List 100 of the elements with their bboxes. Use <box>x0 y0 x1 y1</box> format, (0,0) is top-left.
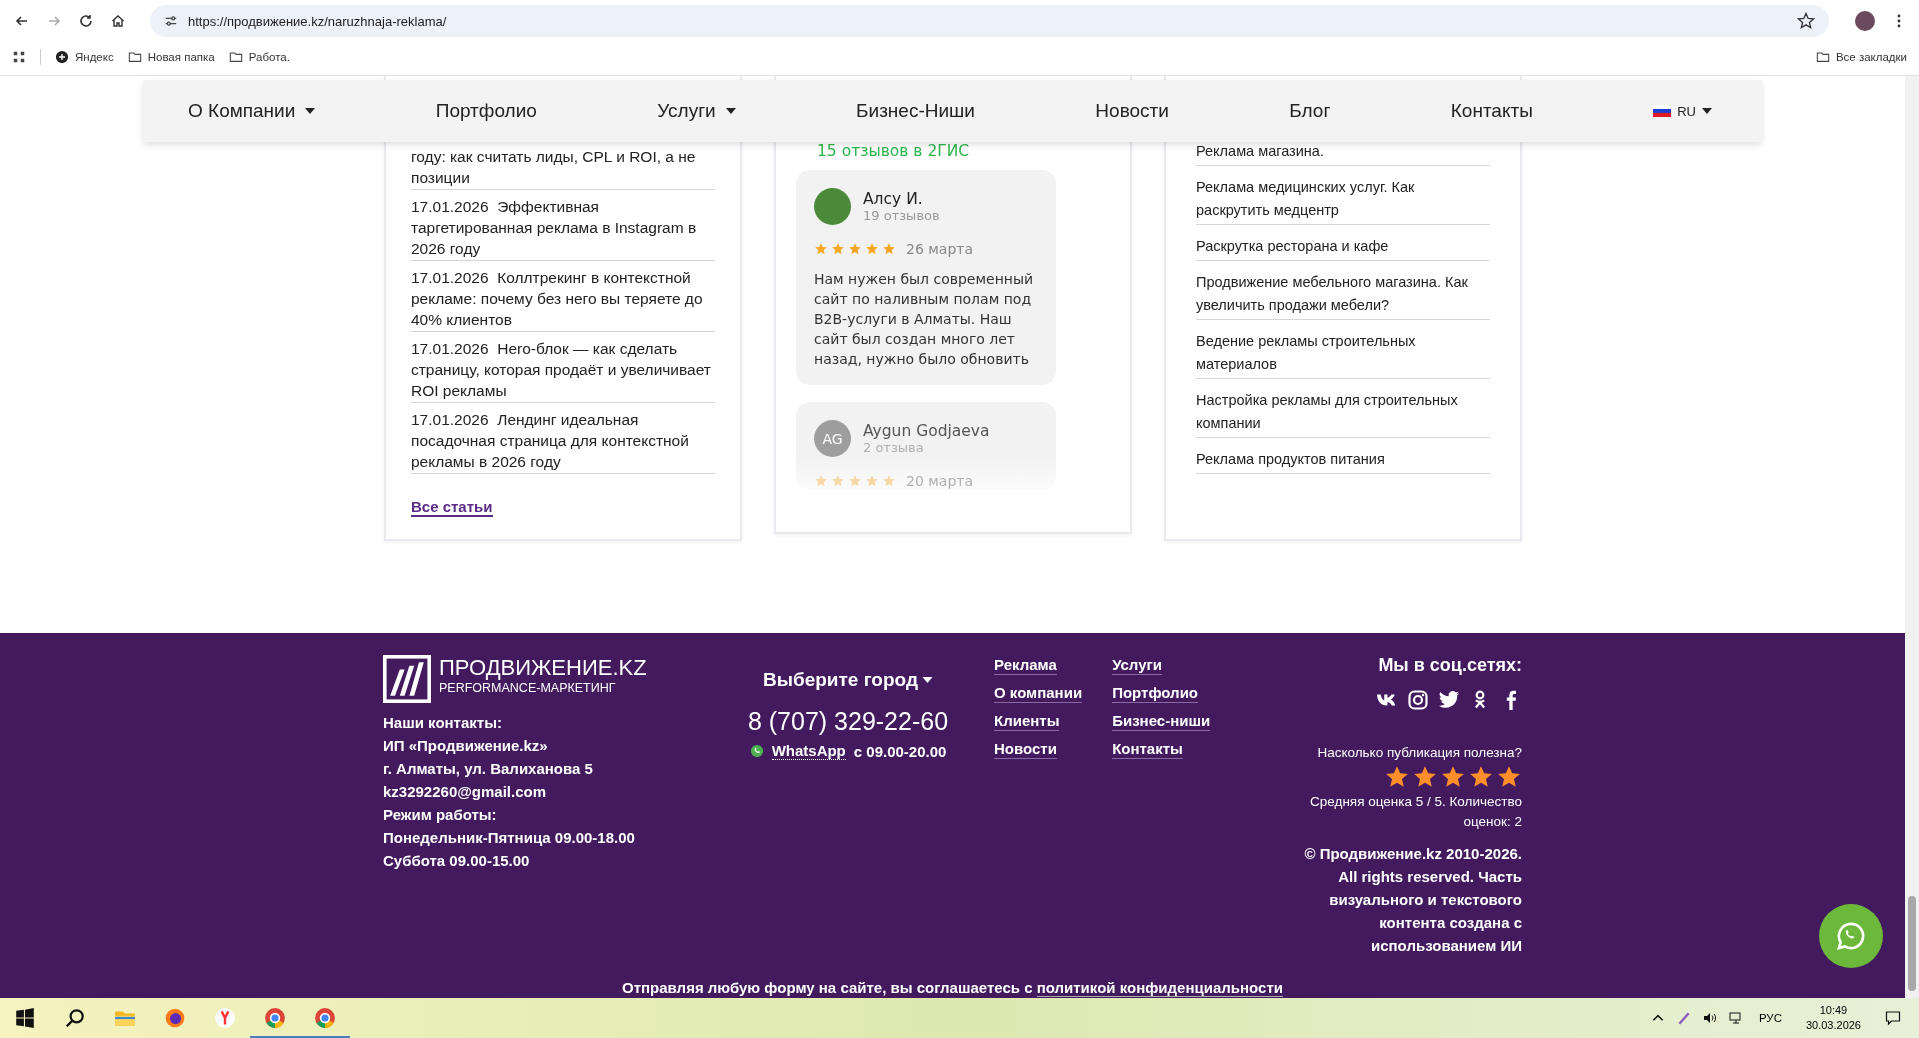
nav-link[interactable]: Бизнес-Ниши <box>856 100 975 122</box>
footer-link[interactable]: Услуги <box>1112 655 1162 675</box>
clock-date[interactable]: 30.03.2026 <box>1805 1018 1861 1033</box>
footer-link[interactable]: Контакты <box>1112 739 1183 759</box>
star-icon <box>865 242 879 256</box>
avatar-photo <box>814 188 851 225</box>
folder-icon <box>1815 50 1830 64</box>
review-date: 26 марта <box>906 241 974 257</box>
rating-question: Насколько публикация полезна? <box>1317 745 1522 760</box>
star-icon <box>848 474 862 488</box>
profile-avatar[interactable] <box>1855 11 1875 31</box>
rating-star[interactable] <box>1468 764 1494 790</box>
whatsapp-icon <box>749 744 764 758</box>
avatar-initials: AG <box>814 420 851 457</box>
footer-link[interactable]: Новости <box>994 739 1057 759</box>
reviewer-name: Aygun Godjaeva <box>863 422 990 440</box>
logo-name: ПРОДВИЖЕНИЕ.KZ <box>439 655 647 681</box>
network-icon[interactable] <box>1728 1011 1743 1025</box>
article-link[interactable]: 17.01.2026 Лендинг идеальная посадочная страница для контекстной рекламы в 2026 году <box>411 403 715 474</box>
caret-icon <box>922 677 933 683</box>
bookmark-star-icon[interactable] <box>1797 12 1815 30</box>
service-link[interactable]: Реклама магазина. <box>1196 140 1490 166</box>
service-link[interactable]: Раскрутка ресторана и кафе <box>1196 235 1490 261</box>
scrollbar[interactable] <box>1905 76 1919 998</box>
site-settings-icon[interactable] <box>164 14 178 28</box>
social-heading: Мы в соц.сетях: <box>1378 655 1522 676</box>
folder-icon <box>228 50 243 64</box>
privacy-notice: Отправляя любую форму на сайте, вы соглашаетесь с политикой конфиденциальности <box>621 979 1284 996</box>
footer-link[interactable]: Портфолио <box>1112 683 1198 703</box>
rating-star[interactable] <box>1440 764 1466 790</box>
bookmark-link[interactable]: Новая папка <box>127 50 215 64</box>
whatsapp-hours: с 09.00-20.00 <box>853 742 947 760</box>
footer-link[interactable]: Клиенты <box>994 711 1060 731</box>
copyright-text: © Продвижение.kz 2010-2026. All rights reserved. Часть визуального и текстового контента создана с использованием ИИ <box>1303 844 1522 956</box>
service-link[interactable]: Реклама медицинских услуг. Как раскрутить медцентр <box>1196 176 1490 225</box>
review-text: Нам нужен был современный сайт по наливным полам под B2B-услуги в Алматы. Наш сайт был создан много лет назад, нужно было обновить <box>814 270 1035 369</box>
article-link[interactable]: году: как считать лиды, CPL и ROI, а не позиции <box>411 140 715 190</box>
review-count: 2 отзыва <box>863 440 925 455</box>
clock-time[interactable]: 10:49 <box>1819 1003 1848 1018</box>
folder-icon <box>127 50 142 64</box>
star-icon <box>882 474 896 488</box>
article-link[interactable]: 17.01.2026 Hero-блок — как сделать страницу, которая продаёт и увеличивает ROI рекламы <box>411 332 715 403</box>
language-select[interactable]: RU <box>1653 103 1712 119</box>
logo-tagline: PERFORMANCE-МАРКЕТИНГ <box>439 681 617 695</box>
footer-link[interactable]: Бизнес-ниши <box>1112 711 1211 731</box>
nav-link[interactable]: Портфолио <box>435 100 537 122</box>
whatsapp-link[interactable]: WhatsApp <box>771 742 846 760</box>
flag-icon <box>1653 105 1672 117</box>
rating-star[interactable] <box>1496 764 1522 790</box>
reviewer-name: Алсу И. <box>863 190 924 208</box>
phone-number: 8 (707) 329-22-60 <box>747 707 949 736</box>
review-count: 19 отзывов <box>863 208 940 223</box>
contact-line: Режим работы: <box>383 805 498 825</box>
contact-line: kz3292260@gmail.com <box>383 782 548 802</box>
nav-link[interactable]: Блог <box>1289 100 1331 122</box>
star-icon <box>848 242 862 256</box>
home-icon[interactable] <box>110 13 126 29</box>
keyboard-language[interactable]: РУС <box>1758 1012 1782 1024</box>
nav-link[interactable]: О Компании <box>188 100 316 122</box>
bookmark-link[interactable]: Яндекс <box>55 50 114 64</box>
service-link[interactable]: Реклама продуктов питания <box>1196 448 1490 474</box>
star-icon <box>814 242 828 256</box>
rating-summary: Средняя оценка 5 / 5. Количество оценок: 2 <box>1309 793 1522 831</box>
footer-link[interactable]: О компании <box>994 683 1083 703</box>
contact-line: Суббота 09.00-15.00 <box>383 851 531 871</box>
nav-link[interactable]: Услуги <box>657 100 736 122</box>
service-link[interactable]: Продвижение мебельного магазина. Как увеличить продажи мебели? <box>1196 271 1490 320</box>
caret-icon <box>1702 108 1712 114</box>
nav-link[interactable]: Контакты <box>1450 100 1533 122</box>
apps-grid-icon[interactable] <box>12 50 26 64</box>
privacy-policy-link[interactable]: политикой конфиденциальности <box>1036 979 1283 997</box>
speaker-icon[interactable] <box>1702 1011 1717 1025</box>
twitter-icon[interactable] <box>1438 690 1460 710</box>
star-icon <box>831 242 845 256</box>
city-select[interactable]: Выберите город <box>763 669 933 691</box>
all-bookmarks-link[interactable]: Все закладки <box>1815 50 1907 64</box>
star-icon <box>831 474 845 488</box>
reload-icon[interactable] <box>78 13 94 29</box>
contact-line: г. Алматы, ул. Валиханова 5 <box>383 759 594 779</box>
contact-line: ИП «Продвижение.kz» <box>383 736 549 756</box>
instagram-icon[interactable] <box>1407 690 1429 710</box>
contact-line: Понедельник-Пятница 09.00-18.00 <box>383 828 636 848</box>
address-bar[interactable]: https://продвижение.kz/naruzhnaja-reklama/ <box>150 5 1829 37</box>
article-link[interactable]: 17.01.2026 Коллтрекинг в контекстной рекламе: почему без него вы теряете до 40% клиентов <box>411 261 715 332</box>
caret-icon <box>305 108 316 114</box>
rating-star[interactable] <box>1412 764 1438 790</box>
all-articles-link[interactable]: Все статьи <box>411 498 493 517</box>
star-icon <box>865 474 879 488</box>
rating-star[interactable] <box>1384 764 1410 790</box>
notifications-icon[interactable] <box>1885 1010 1901 1026</box>
article-link[interactable]: 17.01.2026 Эффективная таргетированная реклама в Instagram в 2026 году <box>411 190 715 261</box>
contact-line: Наши контакты: <box>383 713 503 733</box>
bookmark-link[interactable]: Работа. <box>228 50 290 64</box>
nav-link[interactable]: Новости <box>1095 100 1169 122</box>
star-icon <box>882 242 896 256</box>
footer-link[interactable]: Реклама <box>994 655 1057 675</box>
star-icon <box>814 474 828 488</box>
service-link[interactable]: Ведение рекламы строительных материалов <box>1196 330 1490 379</box>
service-link[interactable]: Настройка рекламы для строительных компании <box>1196 389 1490 438</box>
pen-icon[interactable] <box>1676 1011 1691 1025</box>
